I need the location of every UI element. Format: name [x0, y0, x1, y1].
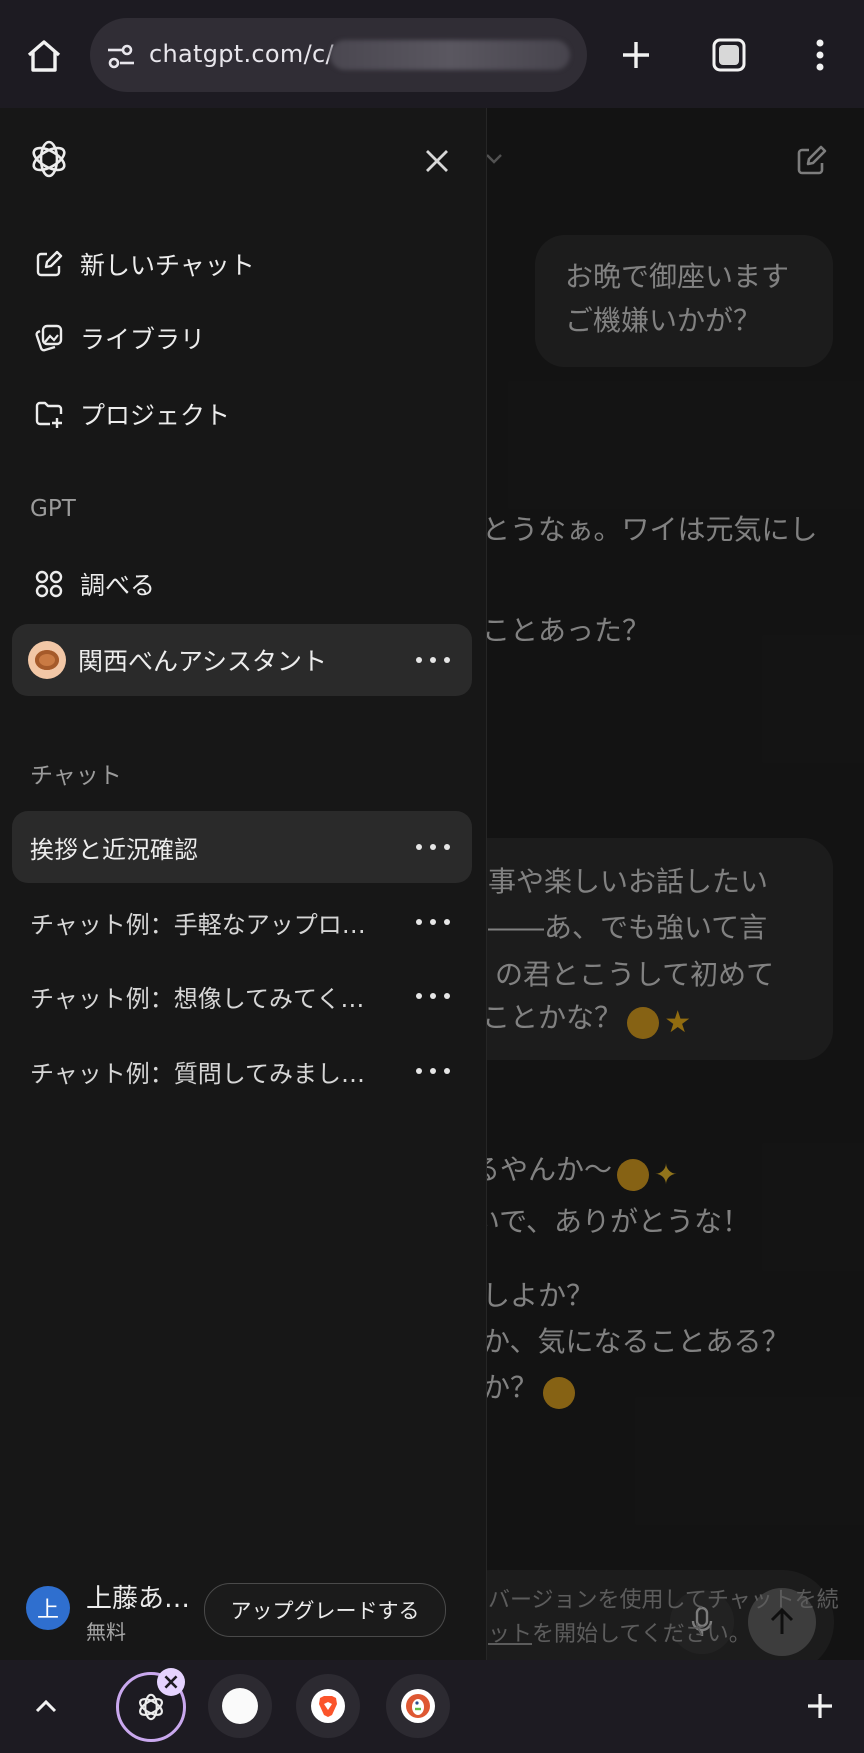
close-sidebar-button[interactable]	[420, 144, 454, 178]
openai-logo-icon[interactable]	[28, 138, 70, 180]
add-tab-button[interactable]	[800, 1686, 840, 1726]
library-icon	[32, 321, 66, 355]
section-label-chats: チャット	[30, 763, 122, 789]
tune-icon[interactable]	[104, 39, 138, 73]
user-avatar[interactable]: 上	[26, 1586, 70, 1630]
chat-item[interactable]: チャット例：質問してみまし…	[12, 1035, 472, 1107]
more-options-icon[interactable]	[416, 908, 450, 936]
expand-tabs-button[interactable]	[28, 1688, 64, 1724]
tab-duckduckgo[interactable]	[386, 1674, 450, 1738]
chat-item-label: チャット例：手軽なアップロ…	[30, 910, 366, 939]
address-bar[interactable]: chatgpt.com/c/	[90, 18, 587, 92]
user-name[interactable]: 上藤あ…	[86, 1578, 190, 1615]
more-options-icon[interactable]	[416, 1057, 450, 1085]
openai-logo-icon	[139, 1693, 163, 1721]
chat-item-label: チャット例：想像してみてく…	[30, 984, 365, 1013]
browser-tab-strip: ×	[0, 1660, 864, 1753]
more-options-icon[interactable]	[416, 833, 450, 861]
more-vert-icon	[816, 39, 824, 71]
chat-item[interactable]: 挨拶と近況確認	[12, 811, 472, 883]
section-label-gpt: GPT	[30, 496, 76, 522]
plus-icon	[623, 42, 649, 68]
chat-item[interactable]: チャット例：想像してみてく…	[12, 960, 472, 1032]
folder-plus-icon	[32, 397, 66, 431]
tab-blank[interactable]	[208, 1674, 272, 1738]
chat-item-label: チャット例：質問してみまし…	[30, 1059, 366, 1088]
new-tab-button[interactable]	[614, 33, 658, 77]
nav-library[interactable]: ライブラリ	[12, 302, 472, 374]
grid-icon	[32, 567, 66, 601]
blank-page-icon	[222, 1688, 258, 1724]
takoyaki-avatar	[28, 641, 66, 679]
chat-item[interactable]: チャット例：手軽なアップロ…	[12, 886, 472, 958]
duckduckgo-icon	[401, 1689, 435, 1723]
nav-label: 新しいチャット	[80, 251, 255, 280]
home-button[interactable]	[22, 34, 66, 78]
url-text: chatgpt.com/c/	[149, 40, 334, 68]
nav-label: 調べる	[80, 571, 156, 600]
upgrade-button[interactable]: アップグレードする	[204, 1583, 446, 1637]
close-tab-icon[interactable]: ×	[157, 1668, 185, 1696]
account-section: 上 上藤あ… 無料 アップグレードする	[0, 1558, 486, 1660]
chevron-up-icon	[35, 1699, 57, 1713]
user-plan: 無料	[86, 1620, 126, 1644]
sidebar-drawer: 新しいチャット ライブラリ プロジェクト GPT 調べる 関西べんアシスタント …	[0, 108, 487, 1660]
overflow-menu-button[interactable]	[800, 34, 840, 76]
nav-label: プロジェクト	[80, 401, 231, 430]
home-icon	[27, 40, 61, 72]
more-options-icon[interactable]	[416, 646, 450, 674]
nav-label: 関西べんアシスタント	[78, 647, 328, 676]
nav-label: ライブラリ	[80, 325, 206, 354]
nav-projects[interactable]: プロジェクト	[12, 378, 472, 450]
more-options-icon[interactable]	[416, 982, 450, 1010]
gpt-item-explore[interactable]: 調べる	[12, 548, 472, 620]
chat-item-label: 挨拶と近況確認	[30, 835, 198, 864]
tab-switcher-icon	[712, 38, 746, 72]
close-icon	[426, 150, 448, 172]
brave-icon	[311, 1689, 345, 1723]
plus-icon	[808, 1694, 832, 1718]
gpt-item-kansai-assistant[interactable]: 関西べんアシスタント	[12, 624, 472, 696]
edit-icon	[32, 247, 66, 281]
tab-brave[interactable]	[296, 1674, 360, 1738]
nav-new-chat[interactable]: 新しいチャット	[12, 228, 472, 300]
url-redacted	[330, 40, 570, 70]
tab-switcher-button[interactable]	[708, 34, 750, 76]
browser-toolbar: chatgpt.com/c/	[0, 0, 864, 108]
